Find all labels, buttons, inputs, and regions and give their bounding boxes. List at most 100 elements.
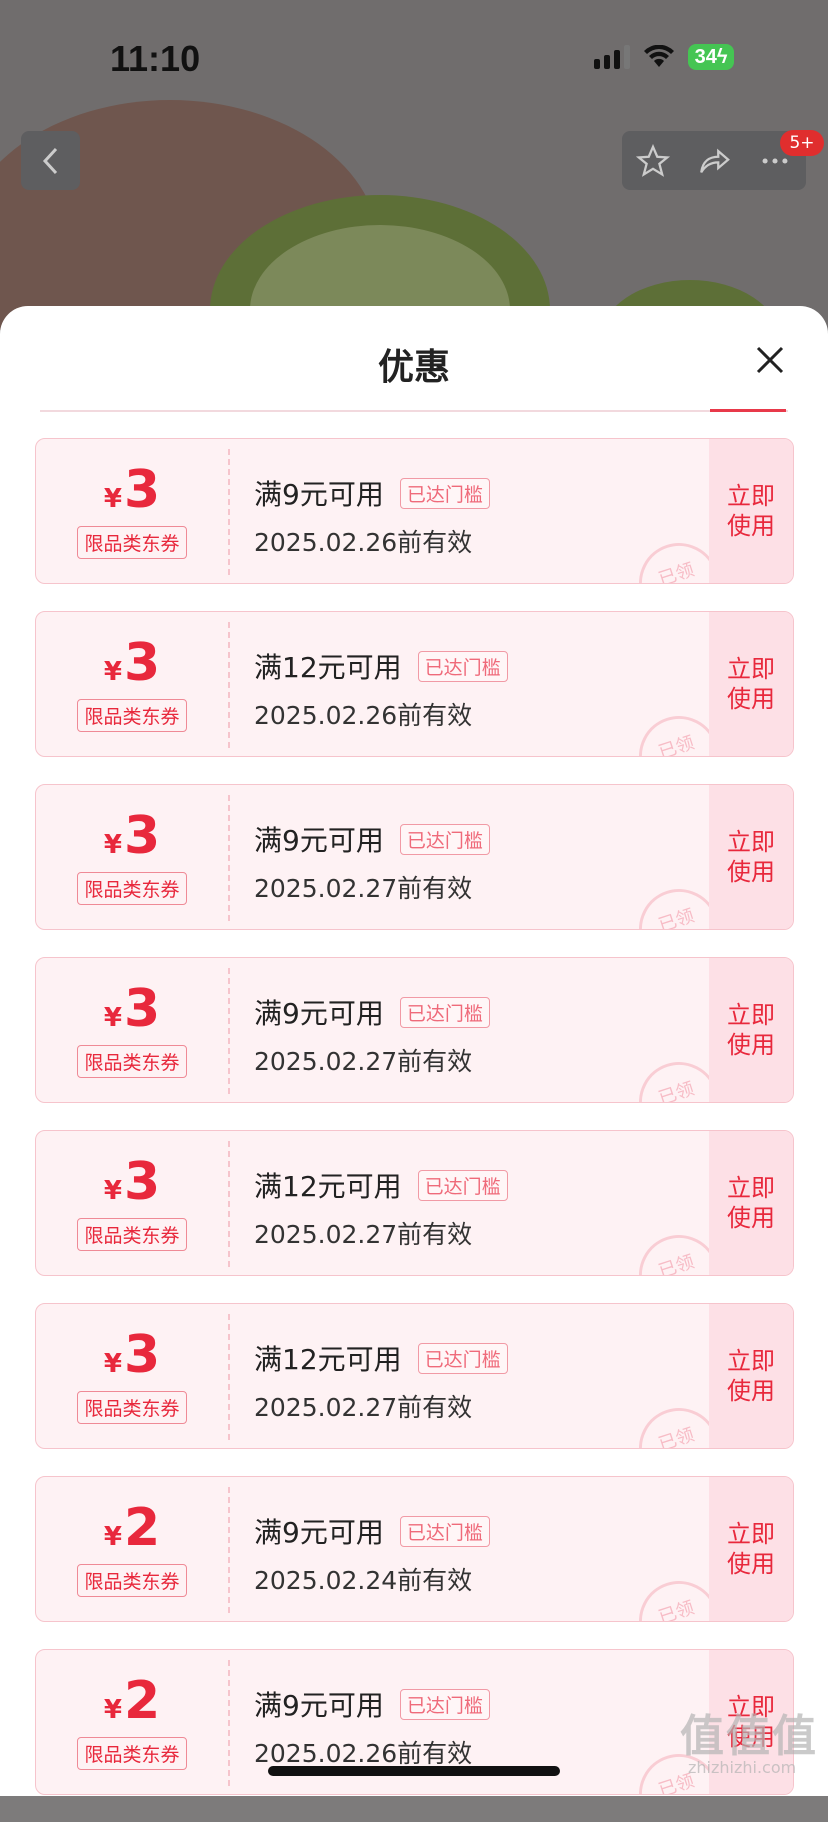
use-now-button[interactable]: 立即使用 — [709, 1304, 793, 1448]
coupon-type-tag: 限品类东券 — [77, 1044, 187, 1078]
coupon-type-tag: 限品类东券 — [77, 525, 187, 559]
use-now-label: 立即使用 — [727, 482, 775, 540]
coupon-details: 满9元可用 已达门槛 2025.02.27前有效 — [254, 819, 490, 905]
coupon-details: 满9元可用 已达门槛 2025.02.26前有效 — [254, 473, 490, 559]
threshold-badge: 已达门槛 — [417, 1342, 508, 1374]
coupon-divider — [228, 1314, 230, 1440]
status-icons: 34 ϟ — [594, 44, 734, 70]
coupon-card[interactable]: ¥ 3 限品类东券 满12元可用 已达门槛 2025.02.27前有效 已领 立… — [35, 1130, 794, 1276]
coupon-divider — [228, 622, 230, 748]
coupon-details: 满12元可用 已达门槛 2025.02.26前有效 — [254, 646, 508, 732]
coupon-amount: 3 — [123, 632, 161, 693]
coupon-details: 满12元可用 已达门槛 2025.02.27前有效 — [254, 1165, 508, 1251]
coupon-expiry: 2025.02.26前有效 — [254, 528, 473, 557]
coupon-value: ¥ 3 限品类东券 — [36, 1304, 228, 1448]
coupon-condition: 满12元可用 — [254, 651, 402, 684]
coupon-list: ¥ 3 限品类东券 满9元可用 已达门槛 2025.02.26前有效 已领 立即… — [35, 438, 794, 1822]
coupon-expiry: 2025.02.26前有效 — [254, 1739, 473, 1768]
star-icon[interactable] — [635, 143, 670, 178]
use-now-label: 立即使用 — [727, 1520, 775, 1578]
coupon-condition: 满9元可用 — [254, 1689, 384, 1722]
coupon-amount: 3 — [123, 1324, 161, 1385]
coupon-divider — [228, 968, 230, 1094]
currency-symbol: ¥ — [103, 1694, 122, 1725]
coupon-card[interactable]: ¥ 3 限品类东券 满12元可用 已达门槛 2025.02.26前有效 已领 立… — [35, 611, 794, 757]
coupon-type-tag: 限品类东券 — [77, 698, 187, 732]
coupon-divider — [228, 449, 230, 575]
battery-icon: 34 ϟ — [688, 44, 734, 70]
coupon-type-tag: 限品类东券 — [77, 1736, 187, 1770]
notification-badge: 5+ — [780, 130, 824, 156]
use-now-button[interactable]: 立即使用 — [709, 1477, 793, 1621]
coupon-divider — [228, 795, 230, 921]
coupon-expiry: 2025.02.26前有效 — [254, 701, 473, 730]
coupon-amount: 3 — [123, 805, 161, 866]
coupon-condition: 满9元可用 — [254, 1516, 384, 1549]
use-now-label: 立即使用 — [727, 655, 775, 713]
coupon-type-tag: 限品类东券 — [77, 871, 187, 905]
coupon-expiry: 2025.02.27前有效 — [254, 1220, 473, 1249]
currency-symbol: ¥ — [103, 1002, 122, 1033]
share-icon[interactable] — [697, 144, 731, 178]
coupon-divider — [228, 1660, 230, 1786]
coupon-condition: 满12元可用 — [254, 1170, 402, 1203]
coupon-expiry: 2025.02.27前有效 — [254, 874, 473, 903]
watermark-url: zhizhizhi.com — [688, 1758, 797, 1777]
coupon-card[interactable]: ¥ 3 限品类东券 满12元可用 已达门槛 2025.02.27前有效 已领 立… — [35, 1303, 794, 1449]
use-now-button[interactable]: 立即使用 — [709, 1131, 793, 1275]
tab-indicator — [710, 409, 786, 412]
coupon-value: ¥ 3 限品类东券 — [36, 958, 228, 1102]
coupon-card[interactable]: ¥ 3 限品类东券 满9元可用 已达门槛 2025.02.26前有效 已领 立即… — [35, 438, 794, 584]
coupon-card[interactable]: ¥ 3 限品类东券 满9元可用 已达门槛 2025.02.27前有效 已领 立即… — [35, 784, 794, 930]
use-now-label: 立即使用 — [727, 1347, 775, 1405]
sheet-title: 优惠 — [377, 347, 450, 388]
signal-icon — [594, 45, 630, 69]
currency-symbol: ¥ — [103, 656, 122, 687]
back-button[interactable] — [21, 131, 80, 190]
chevron-left-icon — [42, 147, 57, 174]
currency-symbol: ¥ — [103, 1175, 122, 1206]
coupon-card[interactable]: ¥ 2 限品类东券 满9元可用 已达门槛 2025.02.24前有效 已领 立即… — [35, 1476, 794, 1622]
use-now-label: 立即使用 — [727, 1174, 775, 1232]
use-now-button[interactable]: 立即使用 — [709, 958, 793, 1102]
coupon-divider — [228, 1141, 230, 1267]
coupon-type-tag: 限品类东券 — [77, 1563, 187, 1597]
coupon-value: ¥ 3 限品类东券 — [36, 612, 228, 756]
coupon-details: 满9元可用 已达门槛 2025.02.26前有效 — [254, 1684, 490, 1770]
coupon-condition: 满9元可用 — [254, 478, 384, 511]
coupon-details: 满12元可用 已达门槛 2025.02.27前有效 — [254, 1338, 508, 1424]
coupon-amount: 2 — [123, 1670, 161, 1731]
threshold-badge: 已达门槛 — [399, 1515, 490, 1547]
coupon-amount: 3 — [123, 459, 161, 520]
coupon-details: 满9元可用 已达门槛 2025.02.27前有效 — [254, 992, 490, 1078]
tab-divider — [40, 410, 788, 412]
coupon-value: ¥ 3 限品类东券 — [36, 785, 228, 929]
coupon-expiry: 2025.02.24前有效 — [254, 1566, 473, 1595]
currency-symbol: ¥ — [103, 483, 122, 514]
header-actions — [622, 131, 806, 190]
home-indicator — [268, 1766, 560, 1776]
close-icon[interactable] — [750, 340, 790, 380]
use-now-button[interactable]: 立即使用 — [709, 439, 793, 583]
coupon-amount: 2 — [123, 1497, 161, 1558]
coupon-expiry: 2025.02.27前有效 — [254, 1393, 473, 1422]
threshold-badge: 已达门槛 — [399, 1688, 490, 1720]
coupon-divider — [228, 1487, 230, 1613]
wifi-icon — [644, 45, 674, 67]
coupon-value: ¥ 2 限品类东券 — [36, 1650, 228, 1794]
coupon-amount: 3 — [123, 1151, 161, 1212]
threshold-badge: 已达门槛 — [399, 996, 490, 1028]
use-now-button[interactable]: 立即使用 — [709, 785, 793, 929]
coupon-details: 满9元可用 已达门槛 2025.02.24前有效 — [254, 1511, 490, 1597]
coupon-card[interactable]: ¥ 3 限品类东券 满9元可用 已达门槛 2025.02.27前有效 已领 立即… — [35, 957, 794, 1103]
coupon-value: ¥ 3 限品类东券 — [36, 439, 228, 583]
threshold-badge: 已达门槛 — [417, 1169, 508, 1201]
coupon-sheet: 优惠 ¥ 3 限品类东券 满9元可用 已达门槛 2025.02.26前有效 已领… — [0, 306, 828, 1796]
threshold-badge: 已达门槛 — [399, 823, 490, 855]
use-now-label: 立即使用 — [727, 1001, 775, 1059]
coupon-type-tag: 限品类东券 — [77, 1390, 187, 1424]
use-now-button[interactable]: 立即使用 — [709, 612, 793, 756]
coupon-value: ¥ 3 限品类东券 — [36, 1131, 228, 1275]
coupon-expiry: 2025.02.27前有效 — [254, 1047, 473, 1076]
threshold-badge: 已达门槛 — [417, 650, 508, 682]
